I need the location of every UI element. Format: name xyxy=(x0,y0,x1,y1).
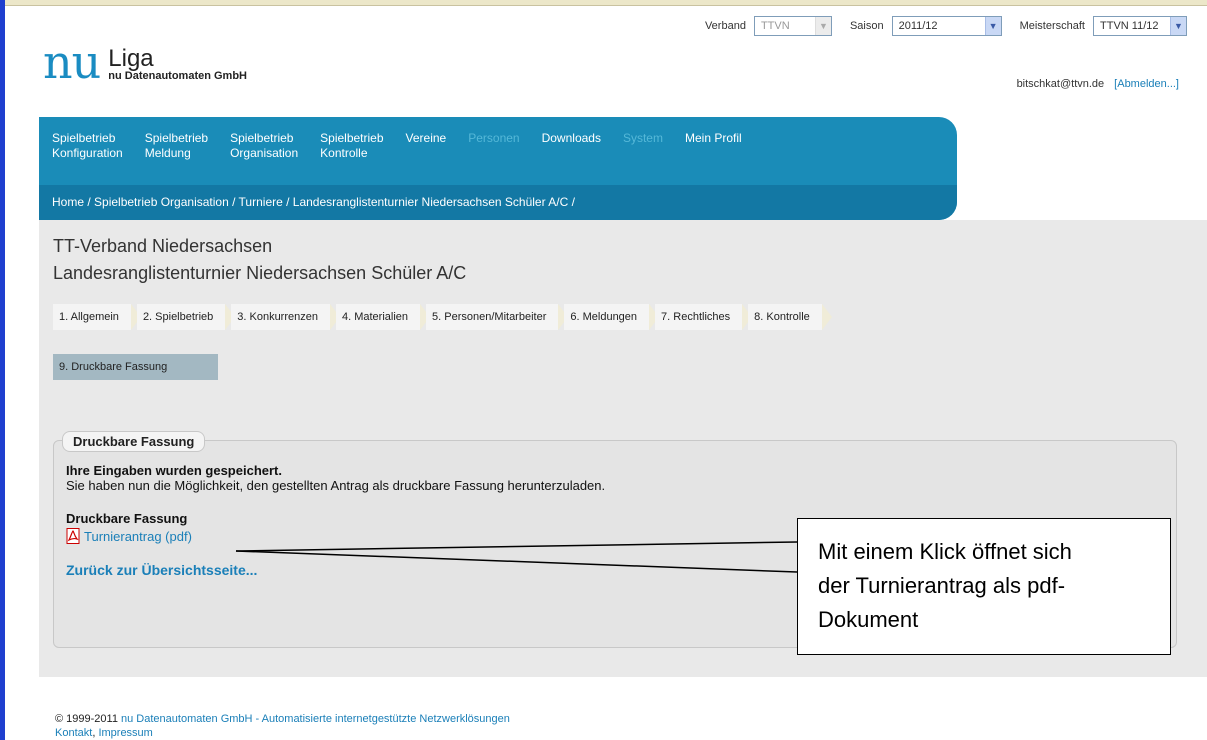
meisterschaft-label: Meisterschaft xyxy=(1019,20,1085,32)
annotation-callout: Mit einem Klick öffnet sich der Turniera… xyxy=(797,518,1171,655)
back-to-overview-link[interactable]: Zurück zur Übersichtsseite... xyxy=(66,562,257,578)
step-spielbetrieb[interactable]: 2. Spielbetrieb xyxy=(136,304,236,330)
pdf-link-text[interactable]: Turnierantrag (pdf) xyxy=(84,529,192,544)
callout-line-1: Mit einem Klick öffnet sich xyxy=(818,539,1072,564)
nuliga-logo[interactable]: nu Liga nu Datenautomaten GmbH xyxy=(43,35,247,89)
saison-select[interactable]: 2011/12 ▼ xyxy=(891,16,1002,36)
download-heading: Druckbare Fassung xyxy=(66,511,188,526)
saison-label: Saison xyxy=(849,20,884,32)
step-druckbare-fassung[interactable]: 9. Druckbare Fassung xyxy=(53,354,218,380)
nav-item-spielbetrieb-kontrolle[interactable]: Spielbetrieb Kontrolle xyxy=(320,131,383,161)
verband-select[interactable]: TTVN ▼ xyxy=(753,16,832,36)
logo-nu: nu xyxy=(43,35,101,89)
verband-label: Verband xyxy=(704,20,746,32)
logo-liga: Liga xyxy=(108,45,154,72)
company-link[interactable]: nu Datenautomaten GmbH - Automatisierte … xyxy=(121,713,510,725)
meisterschaft-select[interactable]: TTVN 11/12 ▼ xyxy=(1093,16,1187,36)
context-selectors: Verband TTVN ▼ Saison 2011/12 ▼ Meisters… xyxy=(705,16,1187,36)
step-kontrolle[interactable]: 8. Kontrolle xyxy=(748,304,832,330)
saved-text: Sie haben nun die Möglichkeit, den geste… xyxy=(66,478,606,493)
step-materialien[interactable]: 4. Materialien xyxy=(335,304,431,330)
nav-item-system: System xyxy=(622,131,663,145)
kontakt-link[interactable]: Kontakt xyxy=(55,727,92,739)
organisation-title: TT-Verband Niedersachsen xyxy=(53,236,273,256)
main-navigation: Spielbetrieb Konfiguration Spielbetrieb Me… xyxy=(39,117,957,220)
wizard-steps: 1. Allgemein 2. Spielbetrieb 3. Konkurre… xyxy=(53,304,832,330)
tournament-title: Landesranglistenturnier Niedersachsen Sc… xyxy=(53,263,467,283)
chevron-down-icon: ▼ xyxy=(814,17,831,35)
step-personen-mitarbeiter[interactable]: 5. Personen/Mitarbeiter xyxy=(426,304,569,330)
callout-line-3: Dokument xyxy=(818,607,919,632)
nav-item-downloads[interactable]: Downloads xyxy=(542,131,601,161)
pdf-icon xyxy=(66,528,80,544)
logout-link[interactable]: [Abmelden...] xyxy=(1114,78,1179,90)
pdf-download[interactable]: Turnierantrag (pdf) xyxy=(66,528,605,544)
footer: © 1999-2011 nu Datenautomaten GmbH - Aut… xyxy=(55,713,510,739)
step-konkurrenzen[interactable]: 3. Konkurrenzen xyxy=(231,304,340,330)
saison-value: 2011/12 xyxy=(898,20,938,32)
nav-item-spielbetrieb-konfiguration[interactable]: Spielbetrieb Konfiguration xyxy=(52,131,123,161)
saved-heading: Ihre Eingaben wurden gespeichert. xyxy=(66,463,282,478)
step-allgemein[interactable]: 1. Allgemein xyxy=(53,304,141,330)
chevron-down-icon: ▼ xyxy=(984,17,1001,35)
nav-item-personen: Personen xyxy=(468,131,520,145)
nav-item-vereine[interactable]: Vereine xyxy=(406,131,447,161)
step-rechtliches[interactable]: 7. Rechtliches xyxy=(655,304,753,330)
nav-item-mein-profil[interactable]: Mein Profil xyxy=(685,131,742,161)
step-meldungen[interactable]: 6. Meldungen xyxy=(564,304,659,330)
copyright: © 1999-2011 xyxy=(55,713,118,725)
callout-line-2: der Turnierantrag als pdf- xyxy=(818,573,1066,598)
meisterschaft-value: TTVN 11/12 xyxy=(1100,20,1159,32)
chevron-down-icon: ▼ xyxy=(1170,17,1186,35)
logo-subtitle: nu Datenautomaten GmbH xyxy=(108,70,247,82)
nav-item-spielbetrieb-meldung[interactable]: Spielbetrieb Meldung xyxy=(145,131,208,161)
nav-item-spielbetrieb-organisation[interactable]: Spielbetrieb Organisation xyxy=(230,131,298,161)
user-email: bitschkat@ttvn.de xyxy=(1016,78,1105,90)
panel-legend: Druckbare Fassung xyxy=(62,431,206,452)
breadcrumb[interactable]: Home / Spielbetrieb Organisation / Turni… xyxy=(39,185,957,220)
impressum-link[interactable]: Impressum xyxy=(98,727,152,739)
user-info: bitschkat@ttvn.de [Abmelden...] xyxy=(1017,78,1179,90)
verband-value: TTVN xyxy=(760,20,790,32)
